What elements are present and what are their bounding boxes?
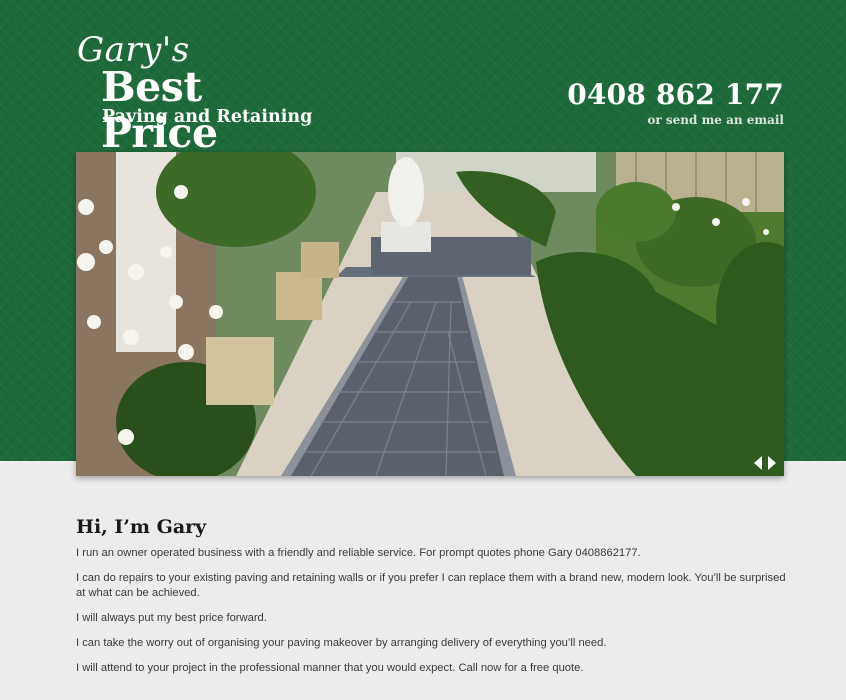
- site-logo[interactable]: Gary's Best Price Paving and Retaining: [77, 30, 327, 156]
- logo-sub-text: Paving and Retaining: [102, 107, 313, 127]
- arrow-right-icon[interactable]: [766, 456, 778, 470]
- intro-heading: Hi, I’m Gary: [76, 516, 207, 538]
- slider-nav: [752, 456, 778, 470]
- main-content: Hi, I’m Gary I run an owner operated bus…: [76, 514, 788, 686]
- contact-block: 0408 862 177 or send me an email: [567, 78, 784, 128]
- arrow-left-icon[interactable]: [752, 456, 764, 470]
- phone-number-link[interactable]: 0408 862 177: [567, 78, 784, 112]
- image-slider: [76, 152, 784, 476]
- email-link[interactable]: or send me an email: [567, 112, 784, 128]
- intro-paragraph: I can take the worry out of organising y…: [76, 637, 607, 649]
- intro-paragraph: I can do repairs to your existing paving…: [76, 572, 786, 599]
- garden-path-photo: [76, 152, 784, 476]
- intro-paragraph: I run an owner operated business with a …: [76, 547, 641, 559]
- intro-paragraph: I will attend to your project in the pro…: [76, 662, 584, 674]
- intro-paragraph: I will always put my best price forward.: [76, 612, 267, 624]
